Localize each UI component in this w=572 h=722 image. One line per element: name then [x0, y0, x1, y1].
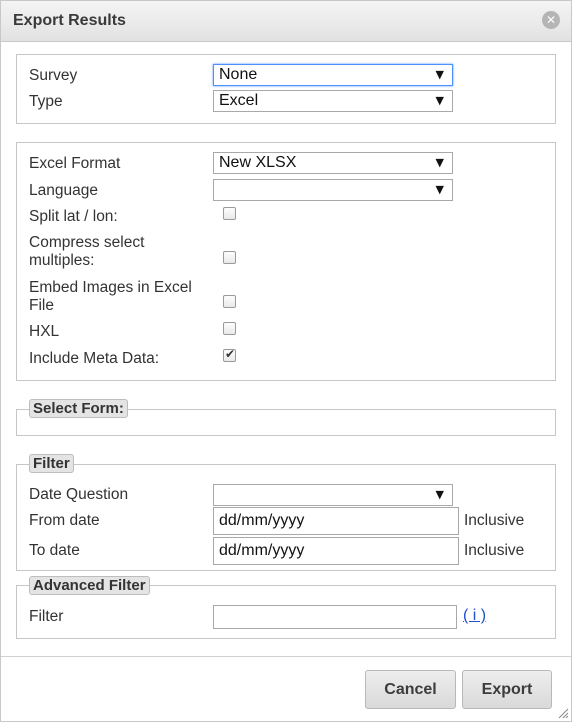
filter-legend: Filter — [29, 454, 74, 473]
advanced-filter-legend: Advanced Filter — [29, 576, 150, 595]
include-meta-data-checkbox[interactable]: ✔ — [223, 347, 236, 362]
from-date-input[interactable]: dd/mm/yyyy — [213, 507, 459, 535]
compress-label-line2: multiples: — [29, 252, 95, 269]
chevron-down-icon: ▼ — [435, 68, 444, 81]
embed-images-label-line2: File — [29, 297, 54, 314]
excel-format-label: Excel Format — [29, 155, 121, 172]
close-icon[interactable]: ✕ — [542, 11, 560, 29]
to-date-inclusive: Inclusive — [464, 542, 525, 559]
type-select[interactable]: Excel ▼ — [213, 90, 453, 112]
chevron-down-icon: ▼ — [435, 488, 444, 501]
compress-select-multiples-checkbox[interactable] — [223, 251, 236, 264]
compress-label-line1: Compress select — [29, 234, 145, 251]
excel-format-select[interactable]: New XLSX ▼ — [213, 152, 453, 174]
survey-select-value: None — [219, 66, 258, 83]
resize-handle-icon[interactable] — [557, 707, 569, 719]
filter-info-link[interactable]: ( i ) — [463, 607, 486, 625]
checkmark-icon: ✔ — [225, 347, 236, 361]
hxl-checkbox[interactable] — [223, 322, 236, 335]
dialog-titlebar[interactable]: Export Results ✕ — [1, 1, 571, 42]
chevron-down-icon: ▼ — [435, 183, 444, 196]
survey-label: Survey — [29, 67, 78, 84]
excel-options-section — [16, 142, 556, 381]
type-label: Type — [29, 93, 63, 110]
excel-format-value: New XLSX — [219, 154, 297, 171]
embed-images-checkbox[interactable] — [223, 295, 236, 308]
split-lat-lon-label: Split lat / lon: — [29, 208, 118, 225]
survey-select[interactable]: None ▼ — [213, 64, 453, 86]
language-label: Language — [29, 182, 98, 199]
from-date-inclusive: Inclusive — [464, 512, 525, 529]
from-date-label: From date — [29, 512, 100, 529]
type-select-value: Excel — [219, 92, 259, 109]
date-question-label: Date Question — [29, 486, 129, 503]
include-meta-data-label: Include Meta Data: — [29, 350, 160, 367]
date-question-select[interactable]: ▼ — [213, 484, 453, 506]
to-date-input[interactable]: dd/mm/yyyy — [213, 537, 459, 565]
footer-divider — [1, 656, 571, 657]
filter-label: Filter — [29, 608, 64, 625]
to-date-label: To date — [29, 542, 80, 559]
export-results-dialog: Export Results ✕ Survey None ▼ Type Exce… — [0, 0, 572, 722]
language-select[interactable]: ▼ — [213, 179, 453, 201]
chevron-down-icon: ▼ — [435, 156, 444, 169]
split-lat-lon-checkbox[interactable] — [223, 207, 236, 220]
embed-images-label-line1: Embed Images in Excel — [29, 279, 192, 296]
advanced-filter-input[interactable] — [213, 605, 457, 629]
hxl-label: HXL — [29, 323, 60, 340]
dialog-title: Export Results — [13, 12, 126, 29]
export-button[interactable]: Export — [462, 670, 552, 709]
chevron-down-icon: ▼ — [435, 94, 444, 107]
cancel-button[interactable]: Cancel — [365, 670, 456, 709]
select-form-legend: Select Form: — [29, 399, 128, 418]
